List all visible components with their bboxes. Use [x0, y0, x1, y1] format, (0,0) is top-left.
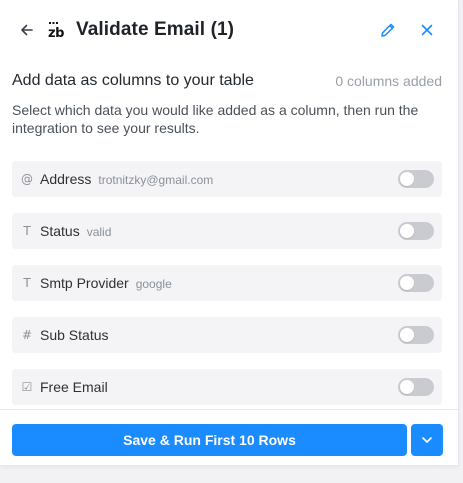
toggle-status[interactable] [398, 222, 434, 240]
toggle-knob [400, 328, 414, 342]
option-name: Free Email [40, 379, 108, 395]
text-icon: T [23, 224, 31, 238]
toggle-knob [400, 380, 414, 394]
at-icon: @ [21, 172, 33, 186]
section-title: Add data as columns to your table [12, 72, 254, 89]
logo-text: zb [48, 26, 64, 41]
option-name: Address [40, 171, 92, 187]
toggle-smtp-provider[interactable] [398, 274, 434, 292]
column-option-free-email: ☑ Free Email [12, 369, 442, 405]
zerobounce-logo: zb [48, 20, 68, 41]
run-options-dropdown-button[interactable] [411, 424, 443, 456]
toggle-knob [400, 172, 414, 186]
close-icon [421, 24, 433, 36]
checkbox-icon: ☑ [21, 380, 33, 394]
column-option-label: Free Email [40, 379, 108, 395]
column-option-label: Status valid [40, 223, 111, 240]
option-name: Smtp Provider [40, 275, 129, 291]
option-sample-value: trotnitzky@gmail.com [98, 173, 214, 187]
chevron-down-icon [422, 437, 432, 443]
column-option-smtp-provider: T Smtp Provider google [12, 265, 442, 301]
column-option-label: Smtp Provider google [40, 275, 172, 292]
option-sample-value: google [135, 277, 172, 291]
save-and-run-button[interactable]: Save & Run First 10 Rows [12, 424, 407, 456]
toggle-free-email[interactable] [398, 378, 434, 396]
column-option-status: T Status valid [12, 213, 442, 249]
panel-header: zb Validate Email (1) [0, 0, 459, 60]
back-button[interactable] [17, 20, 37, 40]
footer-divider [0, 409, 459, 410]
columns-count: 0 columns added [335, 73, 442, 89]
arrow-left-icon [21, 24, 33, 36]
toggle-sub-status[interactable] [398, 326, 434, 344]
section-description: Select which data you would like added a… [12, 102, 419, 136]
option-name: Status [40, 223, 80, 239]
hash-icon: # [21, 328, 33, 342]
column-option-sub-status: # Sub Status [12, 317, 442, 353]
column-option-label: Sub Status [40, 327, 109, 343]
column-option-address: @ Address trotnitzky@gmail.com [12, 161, 442, 197]
column-option-label: Address trotnitzky@gmail.com [40, 171, 213, 188]
pencil-icon [381, 23, 395, 37]
toggle-knob [400, 276, 414, 290]
close-button[interactable] [418, 21, 436, 39]
text-icon: T [23, 276, 31, 290]
toggle-knob [400, 224, 414, 238]
toggle-address[interactable] [398, 170, 434, 188]
enrichment-panel: zb Validate Email (1) Add data as column… [0, 0, 459, 466]
option-name: Sub Status [40, 327, 109, 343]
panel-title: Validate Email (1) [76, 19, 235, 40]
option-sample-value: valid [86, 225, 112, 239]
edit-button[interactable] [379, 21, 397, 39]
